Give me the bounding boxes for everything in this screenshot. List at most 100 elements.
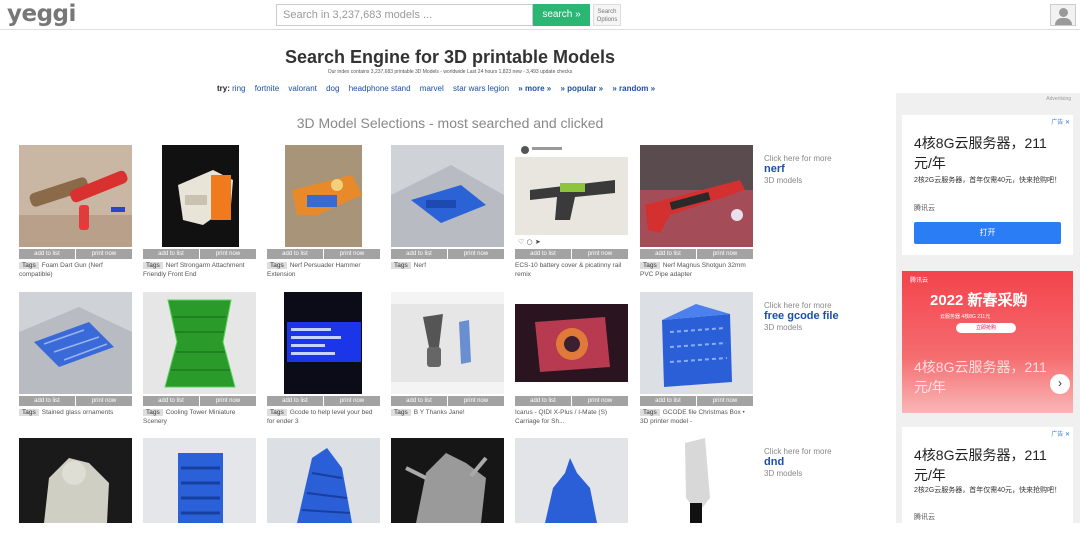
try-link-marvel[interactable]: marvel [420, 84, 444, 93]
model-caption[interactable]: Tags Nerf [391, 261, 504, 270]
print-now-button[interactable]: print now [697, 249, 753, 259]
search-button[interactable]: search » [533, 4, 590, 26]
tags-badge[interactable]: Tags [640, 409, 660, 416]
more-link[interactable]: » more » [518, 84, 551, 93]
christmas-box-thumbnail[interactable] [640, 292, 753, 394]
try-link-fortnite[interactable]: fortnite [255, 84, 279, 93]
add-to-list-button[interactable]: add to list [640, 249, 696, 259]
more-keyword[interactable]: free gcode file [764, 311, 884, 322]
index-stats: Our index contains 3,237,683 printable 3… [327, 69, 573, 75]
ad-close-icon[interactable]: 广告 ✕ [1051, 429, 1070, 438]
print-now-button[interactable]: print now [324, 249, 380, 259]
add-to-list-button[interactable]: add to list [640, 396, 696, 406]
cooling-tower-thumbnail[interactable] [143, 292, 256, 394]
model-caption[interactable]: Tags Nerf Persuader Hammer Extension [267, 261, 380, 279]
model-caption[interactable]: Tags Foam Dart Gun (Nerf compatible) [19, 261, 132, 279]
model-caption[interactable]: Tags B Y Thanks Jane! [391, 408, 504, 417]
advertising-sidebar: Advertising 广告 ✕ 4核8G云服务器，211元/年 2核2G云服务… [896, 93, 1080, 523]
tags-badge[interactable]: Tags [143, 409, 163, 416]
tags-badge[interactable]: Tags [267, 262, 287, 269]
user-avatar-icon[interactable] [1050, 4, 1076, 26]
tags-badge[interactable]: Tags [19, 409, 39, 416]
print-now-button[interactable]: print now [448, 396, 504, 406]
model-caption[interactable]: Tags GCODE file Christmas Box • 3D printe… [640, 408, 753, 426]
add-to-list-button[interactable]: add to list [143, 249, 199, 259]
print-now-button[interactable]: print now [572, 249, 628, 259]
try-link-ring[interactable]: ring [232, 84, 245, 93]
blue-shelf-thumbnail[interactable] [143, 438, 256, 540]
ad-card-3[interactable]: 广告 ✕ 4核8G云服务器，211元/年 2核2G云服务器，首年仅需40元，快来… [902, 427, 1073, 523]
print-now-button[interactable]: print now [697, 396, 753, 406]
more-gcode-link[interactable]: Click here for more free gcode file 3D m… [764, 300, 884, 333]
carousel-next-icon[interactable]: › [1050, 374, 1070, 394]
model-caption[interactable]: ECS-10 battery cover & picatinny rail re… [515, 261, 628, 279]
more-dnd-link[interactable]: Click here for more dnd 3D models [764, 446, 884, 479]
try-link-headphone-stand[interactable]: headphone stand [349, 84, 411, 93]
ecs-10-thumbnail[interactable]: ♡ ○ ➤ [515, 145, 628, 247]
print-now-button[interactable]: print now [572, 396, 628, 406]
add-to-list-button[interactable]: add to list [19, 396, 75, 406]
model-caption[interactable]: Tags Stained glass ornaments [19, 408, 132, 417]
grey-creature-thumbnail[interactable] [391, 438, 504, 540]
model-caption[interactable]: Tags Nerf Magnus Shotgun 32mm PVC Pipe ad… [640, 261, 753, 279]
more-nerf-link[interactable]: Click here for more nerf 3D models [764, 153, 884, 186]
nerf-blue-part-thumbnail[interactable] [391, 145, 504, 247]
add-to-list-button[interactable]: add to list [143, 396, 199, 406]
add-to-list-button[interactable]: add to list [19, 249, 75, 259]
tags-badge[interactable]: Tags [143, 262, 163, 269]
tags-badge[interactable]: Tags [267, 409, 287, 416]
model-caption[interactable]: Tags Cooling Tower Miniature Scenery [143, 408, 256, 426]
model-caption[interactable]: Tags Gcode to help level your bed for end… [267, 408, 380, 426]
try-link-star-wars-legion[interactable]: star wars legion [453, 84, 509, 93]
ad-buy-button[interactable]: 立即抢购 [956, 323, 1016, 333]
ad-close-icon[interactable]: 广告 ✕ [1051, 117, 1070, 126]
add-to-list-button[interactable]: add to list [391, 249, 447, 259]
blue-tower-thumbnail[interactable] [267, 438, 380, 540]
lcd-screen-thumbnail[interactable] [267, 292, 380, 394]
tags-badge[interactable]: Tags [391, 262, 411, 269]
search-options-button[interactable]: Search Options [593, 4, 621, 26]
pegs-thumbnail[interactable] [391, 292, 504, 394]
add-to-list-button[interactable]: add to list [515, 249, 571, 259]
print-now-button[interactable]: print now [324, 396, 380, 406]
model-title[interactable]: Nerf [414, 262, 426, 269]
more-keyword[interactable]: dnd [764, 457, 884, 468]
search-input[interactable] [276, 4, 533, 26]
popular-link[interactable]: » popular » [560, 84, 603, 93]
nerf-persuader-thumbnail[interactable] [267, 145, 380, 247]
print-now-button[interactable]: print now [200, 396, 256, 406]
white-figure-thumbnail[interactable] [19, 438, 132, 540]
model-title[interactable]: B Y Thanks Jane! [414, 409, 465, 416]
print-now-button[interactable]: print now [76, 396, 132, 406]
ad-card-2[interactable]: 腾讯云 2022 新春采购 云服务器 4核8G 211元 立即抢购 4核8G云服… [902, 271, 1073, 413]
tags-badge[interactable]: Tags [640, 262, 660, 269]
model-title[interactable]: Stained glass ornaments [42, 409, 114, 416]
foam-dart-gun-thumbnail[interactable] [19, 145, 132, 247]
more-keyword[interactable]: nerf [764, 164, 884, 175]
blue-bust-thumbnail[interactable] [515, 438, 628, 540]
print-now-button[interactable]: print now [448, 249, 504, 259]
random-link[interactable]: » random » [612, 84, 655, 93]
model-caption[interactable]: Icarus - QIDI X-Plus / I-Mate (S) Carria… [515, 408, 628, 426]
add-to-list-button[interactable]: add to list [515, 396, 571, 406]
print-now-button[interactable]: print now [76, 249, 132, 259]
tags-badge[interactable]: Tags [391, 409, 411, 416]
nerf-strongarm-thumbnail[interactable] [143, 145, 256, 247]
model-caption[interactable]: Tags Nerf Strongarm Attachment Friendly F… [143, 261, 256, 279]
add-to-list-button[interactable]: add to list [267, 396, 323, 406]
ad-card-1[interactable]: 广告 ✕ 4核8G云服务器，211元/年 2核2G云服务器，首年仅需40元，快来… [902, 115, 1073, 255]
try-link-dog[interactable]: dog [326, 84, 339, 93]
model-title[interactable]: Icarus - QIDI X-Plus / I-Mate (S) Carria… [515, 409, 607, 425]
nerf-magnus-thumbnail[interactable] [640, 145, 753, 247]
try-link-valorant[interactable]: valorant [288, 84, 316, 93]
tags-badge[interactable]: Tags [19, 262, 39, 269]
white-sword-thumbnail[interactable] [640, 438, 753, 540]
print-now-button[interactable]: print now [200, 249, 256, 259]
yeggi-logo[interactable]: yeggi [7, 1, 76, 27]
carriage-thumbnail[interactable] [515, 292, 628, 394]
stained-glass-thumbnail[interactable] [19, 292, 132, 394]
add-to-list-button[interactable]: add to list [391, 396, 447, 406]
add-to-list-button[interactable]: add to list [267, 249, 323, 259]
ad-open-button[interactable]: 打开 [914, 222, 1061, 244]
model-title[interactable]: ECS-10 battery cover & picatinny rail re… [515, 262, 621, 278]
